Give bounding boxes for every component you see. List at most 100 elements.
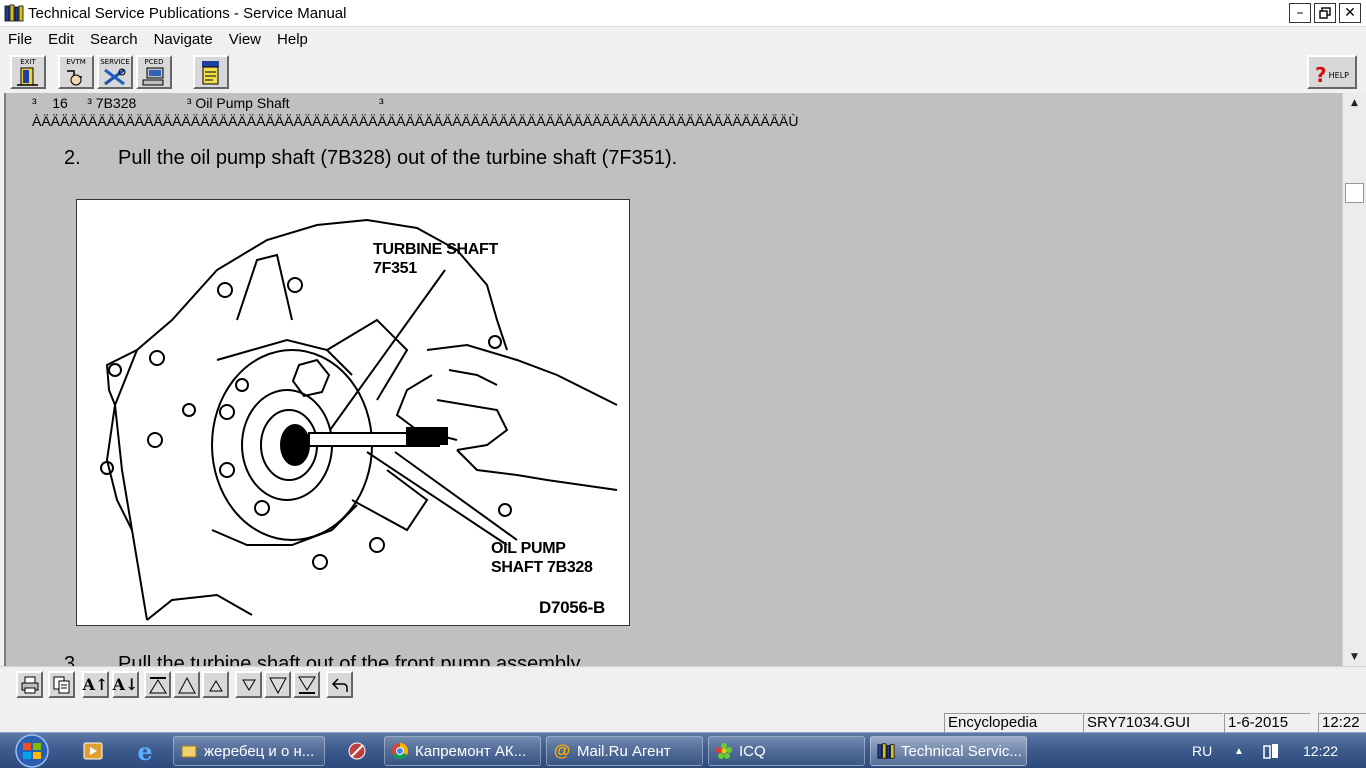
next-page-button[interactable]	[264, 671, 291, 698]
computer-icon	[142, 67, 164, 86]
tools-icon	[104, 68, 126, 86]
previous-line-button[interactable]	[202, 671, 229, 698]
network-tray[interactable]	[1262, 733, 1280, 768]
minimize-button[interactable]: –	[1289, 3, 1311, 23]
menu-view[interactable]: View	[221, 31, 269, 48]
wiring-hand-icon	[67, 70, 82, 86]
next-line-button[interactable]	[235, 671, 262, 698]
tray-clock[interactable]: 12:22	[1303, 733, 1338, 768]
menu-file[interactable]: File	[0, 31, 40, 48]
exit-label: EXIT	[20, 58, 36, 66]
go-bottom-button[interactable]	[293, 671, 320, 698]
scroll-thumb[interactable]	[1345, 183, 1364, 203]
status-mode: Encyclopedia	[944, 713, 1082, 732]
print-button[interactable]	[16, 671, 43, 698]
back-button[interactable]	[326, 671, 353, 698]
page-down-icon	[268, 677, 287, 694]
notepad-icon	[202, 61, 219, 85]
restore-button[interactable]	[1314, 3, 1336, 23]
exit-door-icon	[17, 67, 38, 86]
evtm-button[interactable]: EVTM	[58, 55, 94, 89]
books-app-icon	[877, 742, 895, 760]
tools-pin[interactable]	[336, 736, 378, 766]
main-toolbar: EXIT EVTM SERVICE PCED ? HELP	[0, 51, 1366, 93]
taskbar: e жеребец и о н... Капремонт АК... @ Mai…	[0, 732, 1366, 768]
exit-button[interactable]: EXIT	[10, 55, 46, 89]
status-time: 12:22	[1318, 713, 1366, 732]
folder-icon	[180, 742, 198, 760]
step-2: 2. Pull the oil pump shaft (7B328) out o…	[64, 147, 677, 170]
decrease-font-button[interactable]: A↓	[112, 671, 139, 698]
restore-icon	[1319, 7, 1331, 19]
chrome-icon	[391, 742, 409, 760]
step-2-number: 2.	[64, 147, 81, 169]
vertical-scrollbar[interactable]: ▲ ▼	[1342, 93, 1366, 666]
step-3-text: Pull the turbine shaft out of the front …	[118, 653, 585, 666]
internet-explorer-icon: e	[137, 736, 153, 766]
parts-table-row: ³ 16 ³ 7B328 ³ Oil Pump Shaft ³	[32, 95, 384, 111]
taskbar-task-icq[interactable]: ICQ	[708, 736, 865, 766]
start-button[interactable]	[10, 733, 54, 768]
previous-page-button[interactable]	[173, 671, 200, 698]
help-label: HELP	[1328, 70, 1349, 80]
document-view: ³ 16 ³ 7B328 ³ Oil Pump Shaft ³ ÀÄÄÄÄÄÄÄ…	[4, 93, 1342, 666]
taskbar-task-label: ICQ	[739, 742, 766, 760]
question-icon: ?	[1315, 63, 1327, 87]
language-indicator[interactable]: RU	[1192, 733, 1212, 768]
taskbar-task-explorer[interactable]: жеребец и о н...	[173, 736, 325, 766]
line-up-icon	[208, 679, 223, 691]
callout-turbine-line2: 7F351	[373, 260, 417, 277]
service-label: SERVICE	[100, 58, 130, 66]
taskbar-task-label: Mail.Ru Агент	[577, 742, 671, 760]
menu-help[interactable]: Help	[269, 31, 316, 48]
first-page-icon	[148, 676, 167, 693]
status-file: SRY71034.GUI	[1083, 713, 1223, 732]
scroll-up-arrow-icon[interactable]: ▲	[1343, 94, 1366, 111]
callout-turbine-shaft: TURBINE SHAFT 7F351	[373, 240, 498, 278]
taskbar-task-label: Капремонт АК...	[415, 742, 527, 760]
taskbar-task-label: Technical Servic...	[901, 742, 1022, 760]
step-2-text: Pull the oil pump shaft (7B328) out of t…	[118, 147, 678, 169]
return-arrow-icon	[331, 677, 348, 692]
menu-search[interactable]: Search	[82, 31, 146, 48]
taskbar-task-service-manual[interactable]: Technical Servic...	[870, 736, 1027, 766]
media-player-pin[interactable]	[72, 736, 114, 766]
increase-font-button[interactable]: A↑	[82, 671, 109, 698]
minimize-icon: –	[1296, 5, 1304, 21]
app-window: Technical Service Publications - Service…	[0, 0, 1366, 768]
line-down-icon	[241, 679, 256, 691]
title-bar: Technical Service Publications - Service…	[0, 0, 1366, 27]
books-app-icon	[4, 4, 24, 22]
copy-button[interactable]	[48, 671, 75, 698]
show-hidden-icons-arrow-icon[interactable]: ▲	[1234, 733, 1244, 768]
taskbar-task-mailru[interactable]: @ Mail.Ru Агент	[546, 736, 703, 766]
help-button[interactable]: ? HELP	[1307, 55, 1357, 89]
pced-button[interactable]: PCED	[136, 55, 172, 89]
taskbar-task-chrome[interactable]: Капремонт АК...	[384, 736, 541, 766]
page-up-icon	[177, 676, 196, 693]
figure-id: D7056-B	[539, 598, 605, 617]
callout-oil-line2: SHAFT 7B328	[491, 559, 593, 576]
go-top-button[interactable]	[144, 671, 171, 698]
windows-logo-icon	[15, 734, 49, 768]
font-decrease-icon: A↓	[112, 675, 139, 694]
pced-label: PCED	[144, 58, 164, 66]
scroll-down-arrow-icon[interactable]: ▼	[1343, 648, 1366, 665]
service-button[interactable]: SERVICE	[97, 55, 133, 89]
menu-edit[interactable]: Edit	[40, 31, 82, 48]
callout-oil-line1: OIL PUMP	[491, 540, 566, 557]
icq-flower-icon	[715, 742, 733, 760]
close-icon: ✕	[1344, 5, 1356, 21]
notes-button[interactable]	[193, 55, 229, 89]
navigation-toolbar: A↑ A↓	[0, 666, 1366, 714]
evtm-label: EVTM	[66, 58, 86, 66]
close-button[interactable]: ✕	[1339, 3, 1361, 23]
font-increase-icon: A↑	[82, 675, 109, 694]
mailru-at-icon: @	[553, 741, 571, 760]
printer-icon	[21, 676, 38, 693]
internet-explorer-pin[interactable]: e	[124, 736, 166, 766]
menu-navigate[interactable]: Navigate	[146, 31, 221, 48]
media-player-icon	[83, 742, 103, 760]
step-3-number: 3.	[64, 653, 81, 666]
network-icon	[1263, 744, 1278, 759]
